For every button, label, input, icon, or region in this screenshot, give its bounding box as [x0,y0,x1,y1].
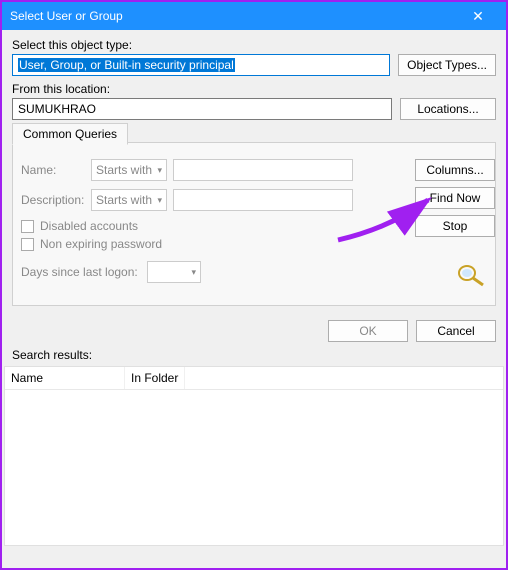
columns-button[interactable]: Columns... [415,159,495,181]
queries-panel: Common Queries Name: Starts with ▾ D [12,142,496,306]
search-icon [455,263,487,287]
disabled-accounts-label: Disabled accounts [40,219,138,233]
ok-button[interactable]: OK [328,320,408,342]
name-filter-input[interactable] [173,159,353,181]
desc-filter-input[interactable] [173,189,353,211]
col-name[interactable]: Name [5,367,125,389]
close-icon[interactable]: ✕ [458,8,498,25]
find-now-button[interactable]: Find Now [415,187,495,209]
chevron-down-icon: ▾ [191,267,196,278]
non-expiring-label: Non expiring password [40,237,162,251]
locations-button[interactable]: Locations... [400,98,496,120]
chevron-down-icon: ▾ [157,165,162,176]
content-area: Select this object type: User, Group, or… [2,30,506,314]
titlebar: Select User or Group ✕ [2,2,506,30]
name-filter-label: Name: [21,163,85,177]
results-grid[interactable]: Name In Folder [4,366,504,546]
search-results-label: Search results: [12,348,92,362]
object-type-label: Select this object type: [12,38,496,52]
dialog-window: Select User or Group ✕ Select this objec… [0,0,508,570]
location-label: From this location: [12,82,496,96]
tab-common-queries[interactable]: Common Queries [12,123,128,145]
object-type-value: User, Group, or Built-in security princi… [18,58,235,72]
desc-op-value: Starts with [96,193,152,207]
name-op-value: Starts with [96,163,152,177]
window-title: Select User or Group [10,9,458,23]
object-type-input[interactable]: User, Group, or Built-in security princi… [12,54,390,76]
desc-op-select[interactable]: Starts with ▾ [91,189,167,211]
days-since-label: Days since last logon: [21,265,141,279]
location-value: SUMUKHRAO [18,102,96,116]
chevron-down-icon: ▾ [157,195,162,206]
cancel-button[interactable]: Cancel [416,320,496,342]
days-since-select[interactable]: ▾ [147,261,201,283]
disabled-accounts-checkbox[interactable] [21,220,34,233]
stop-button[interactable]: Stop [415,215,495,237]
desc-filter-label: Description: [21,193,85,207]
col-infolder[interactable]: In Folder [125,367,185,389]
object-types-button[interactable]: Object Types... [398,54,496,76]
non-expiring-checkbox[interactable] [21,238,34,251]
name-op-select[interactable]: Starts with ▾ [91,159,167,181]
grid-header: Name In Folder [5,367,503,390]
location-input[interactable]: SUMUKHRAO [12,98,392,120]
